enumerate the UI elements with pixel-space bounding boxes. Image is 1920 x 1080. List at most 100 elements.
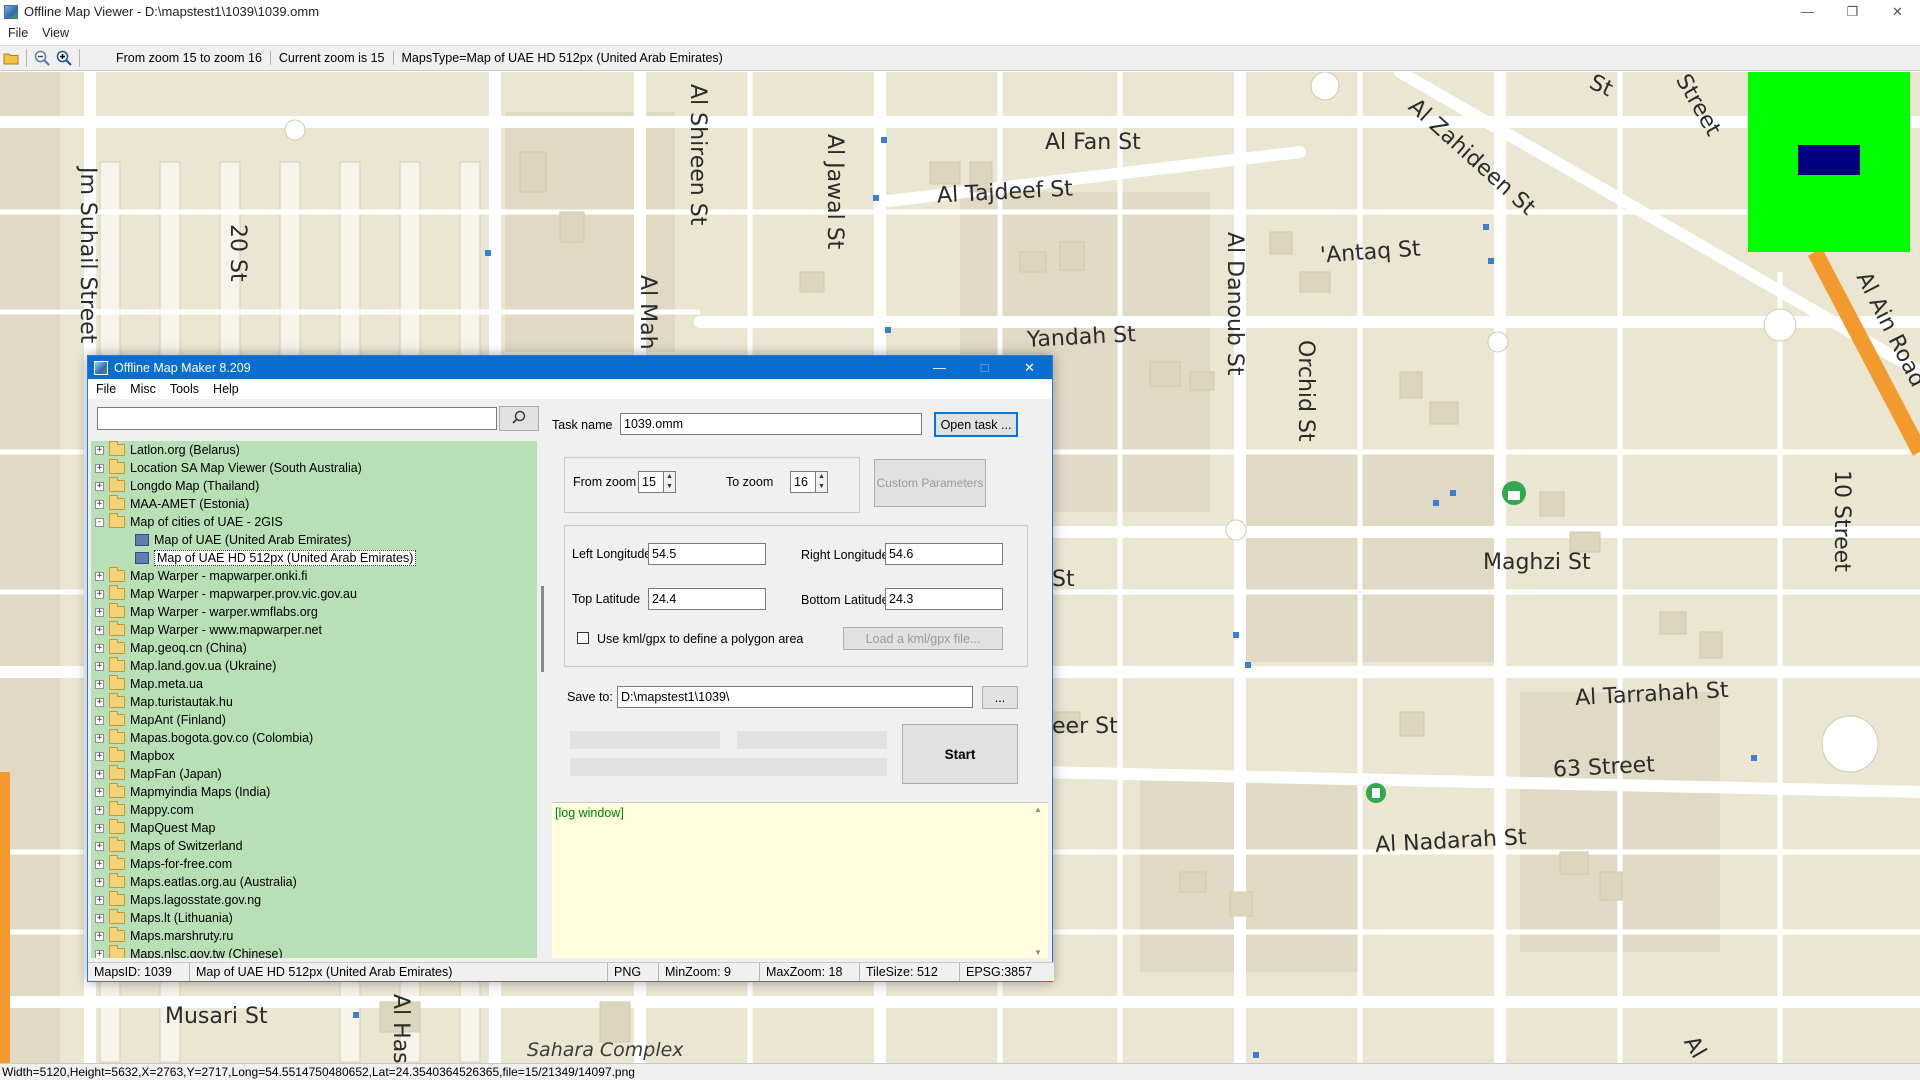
task-name-input[interactable]: 1039.omm [620, 413, 922, 435]
expand-icon[interactable]: + [95, 769, 104, 779]
tree-folder-item[interactable]: + Maps.lt (Lithuania) [91, 909, 537, 927]
tree-scrollbar[interactable] [537, 441, 549, 958]
load-kml-button[interactable]: Load a kml/gpx file... [843, 627, 1003, 650]
tree-folder-item[interactable]: + Map.turistautak.hu [91, 693, 537, 711]
tree-folder-item[interactable]: + Latlon.org (Belarus) [91, 441, 537, 459]
scroll-up-icon[interactable]: ▲ [1034, 805, 1042, 814]
expand-icon[interactable]: + [95, 751, 104, 761]
dialog-titlebar[interactable]: Offline Map Maker 8.209 — □ ✕ [88, 356, 1052, 379]
minimap-viewport-rect[interactable] [1798, 145, 1860, 175]
scroll-down-icon[interactable]: ▼ [1034, 948, 1042, 957]
top-latitude-input[interactable]: 24.4 [648, 588, 766, 610]
tree-folder-item[interactable]: + Map Warper - www.mapwarper.net [91, 621, 537, 639]
map-search-input[interactable] [97, 407, 497, 430]
expand-icon[interactable]: + [95, 841, 104, 851]
use-kml-checkbox[interactable] [577, 632, 589, 644]
expand-icon[interactable]: + [95, 625, 104, 635]
expand-icon[interactable]: + [95, 679, 104, 689]
from-zoom-input[interactable]: 15 [638, 471, 664, 493]
browse-button[interactable]: ... [982, 686, 1018, 709]
log-window[interactable]: [log window] ▲ ▼ [552, 802, 1048, 958]
tree-folder-item[interactable]: + Mappy.com [91, 801, 537, 819]
menu-view[interactable]: View [42, 26, 69, 40]
tree-folder-item[interactable]: + Maps of Switzerland [91, 837, 537, 855]
tree-folder-item[interactable]: + Map Warper - mapwarper.onki.fi [91, 567, 537, 585]
expand-icon[interactable]: + [95, 895, 104, 905]
expand-icon[interactable]: + [95, 949, 104, 958]
search-button[interactable] [499, 406, 539, 431]
tree-folder-item[interactable]: + Maps.lagosstate.gov.ng [91, 891, 537, 909]
tree-child-item[interactable]: Map of UAE (United Arab Emirates) [91, 531, 537, 549]
menu-misc[interactable]: Misc [130, 382, 156, 396]
tree-folder-item[interactable]: + MapFan (Japan) [91, 765, 537, 783]
open-folder-icon[interactable] [0, 47, 22, 69]
menu-file[interactable]: File [96, 382, 116, 396]
expand-icon[interactable]: + [95, 643, 104, 653]
expand-icon[interactable]: + [95, 697, 104, 707]
expand-icon[interactable]: + [95, 607, 104, 617]
zoom-in-icon[interactable] [53, 47, 75, 69]
expand-icon[interactable]: + [95, 823, 104, 833]
log-scrollbar[interactable]: ▲ ▼ [1033, 803, 1045, 959]
to-zoom-spinner[interactable]: ▲ ▼ [815, 471, 828, 493]
overview-minimap[interactable] [1748, 72, 1910, 252]
expand-icon[interactable]: + [95, 931, 104, 941]
expand-icon[interactable]: + [95, 499, 104, 509]
expand-icon[interactable]: + [95, 661, 104, 671]
open-task-button[interactable]: Open task ... [934, 412, 1018, 437]
restore-icon[interactable]: ❐ [1830, 0, 1875, 23]
tree-folder-item[interactable]: + Mapbox [91, 747, 537, 765]
expand-icon[interactable]: + [95, 445, 104, 455]
tree-folder-item[interactable]: + MapAnt (Finland) [91, 711, 537, 729]
folder-icon [109, 711, 125, 726]
tree-folder-item[interactable]: + MAA-AMET (Estonia) [91, 495, 537, 513]
scrollbar-thumb[interactable] [541, 586, 544, 672]
zoom-out-icon[interactable] [31, 47, 53, 69]
minimize-icon[interactable]: — [1785, 0, 1830, 23]
bottom-latitude-input[interactable]: 24.3 [885, 588, 1003, 610]
expand-icon[interactable]: + [95, 733, 104, 743]
map-source-tree[interactable]: + Latlon.org (Belarus) + Location SA Map Vi… [91, 441, 537, 958]
tree-folder-item[interactable]: + Maps.nlsc.gov.tw (Chinese) [91, 945, 537, 958]
tree-folder-item[interactable]: + Mapmyindia Maps (India) [91, 783, 537, 801]
tree-folder-item[interactable]: + Map.land.gov.ua (Ukraine) [91, 657, 537, 675]
expand-icon[interactable]: + [95, 589, 104, 599]
expand-icon[interactable]: + [95, 805, 104, 815]
expand-icon[interactable]: + [95, 715, 104, 725]
tree-folder-item[interactable]: + Maps.eatlas.org.au (Australia) [91, 873, 537, 891]
save-to-input[interactable]: D:\mapstest1\1039\ [617, 686, 973, 708]
start-button[interactable]: Start [902, 724, 1018, 784]
left-longitude-input[interactable]: 54.5 [648, 543, 766, 565]
custom-parameters-button[interactable]: Custom Parameters [874, 459, 986, 507]
to-zoom-input[interactable]: 16 [790, 471, 816, 493]
menu-tools[interactable]: Tools [170, 382, 199, 396]
close-icon[interactable]: ✕ [1007, 356, 1052, 379]
expand-icon[interactable]: + [95, 859, 104, 869]
collapse-icon[interactable]: - [95, 517, 104, 527]
expand-icon[interactable]: + [95, 877, 104, 887]
tree-child-item[interactable]: Map of UAE HD 512px (United Arab Emirate… [91, 549, 537, 567]
close-icon[interactable]: ✕ [1875, 0, 1920, 23]
tree-folder-item[interactable]: + MapQuest Map [91, 819, 537, 837]
tree-folder-item[interactable]: + Map Warper - warper.wmflabs.org [91, 603, 537, 621]
right-longitude-input[interactable]: 54.6 [885, 543, 1003, 565]
tree-folder-item[interactable]: + Map.geoq.cn (China) [91, 639, 537, 657]
expand-icon[interactable]: + [95, 463, 104, 473]
maximize-icon[interactable]: □ [962, 356, 1007, 379]
tree-folder-item[interactable]: + Maps.marshruty.ru [91, 927, 537, 945]
tree-folder-item[interactable]: + Longdo Map (Thailand) [91, 477, 537, 495]
from-zoom-spinner[interactable]: ▲ ▼ [663, 471, 676, 493]
expand-icon[interactable]: + [95, 571, 104, 581]
tree-folder-item[interactable]: - Map of cities of UAE - 2GIS [91, 513, 537, 531]
menu-file[interactable]: File [8, 26, 28, 40]
minimize-icon[interactable]: — [917, 356, 962, 379]
tree-folder-item[interactable]: + Maps-for-free.com [91, 855, 537, 873]
tree-folder-item[interactable]: + Map.meta.ua [91, 675, 537, 693]
menu-help[interactable]: Help [213, 382, 239, 396]
expand-icon[interactable]: + [95, 913, 104, 923]
tree-folder-item[interactable]: + Location SA Map Viewer (South Australia… [91, 459, 537, 477]
tree-folder-item[interactable]: + Mapas.bogota.gov.co (Colombia) [91, 729, 537, 747]
tree-folder-item[interactable]: + Map Warper - mapwarper.prov.vic.gov.au [91, 585, 537, 603]
expand-icon[interactable]: + [95, 481, 104, 491]
expand-icon[interactable]: + [95, 787, 104, 797]
